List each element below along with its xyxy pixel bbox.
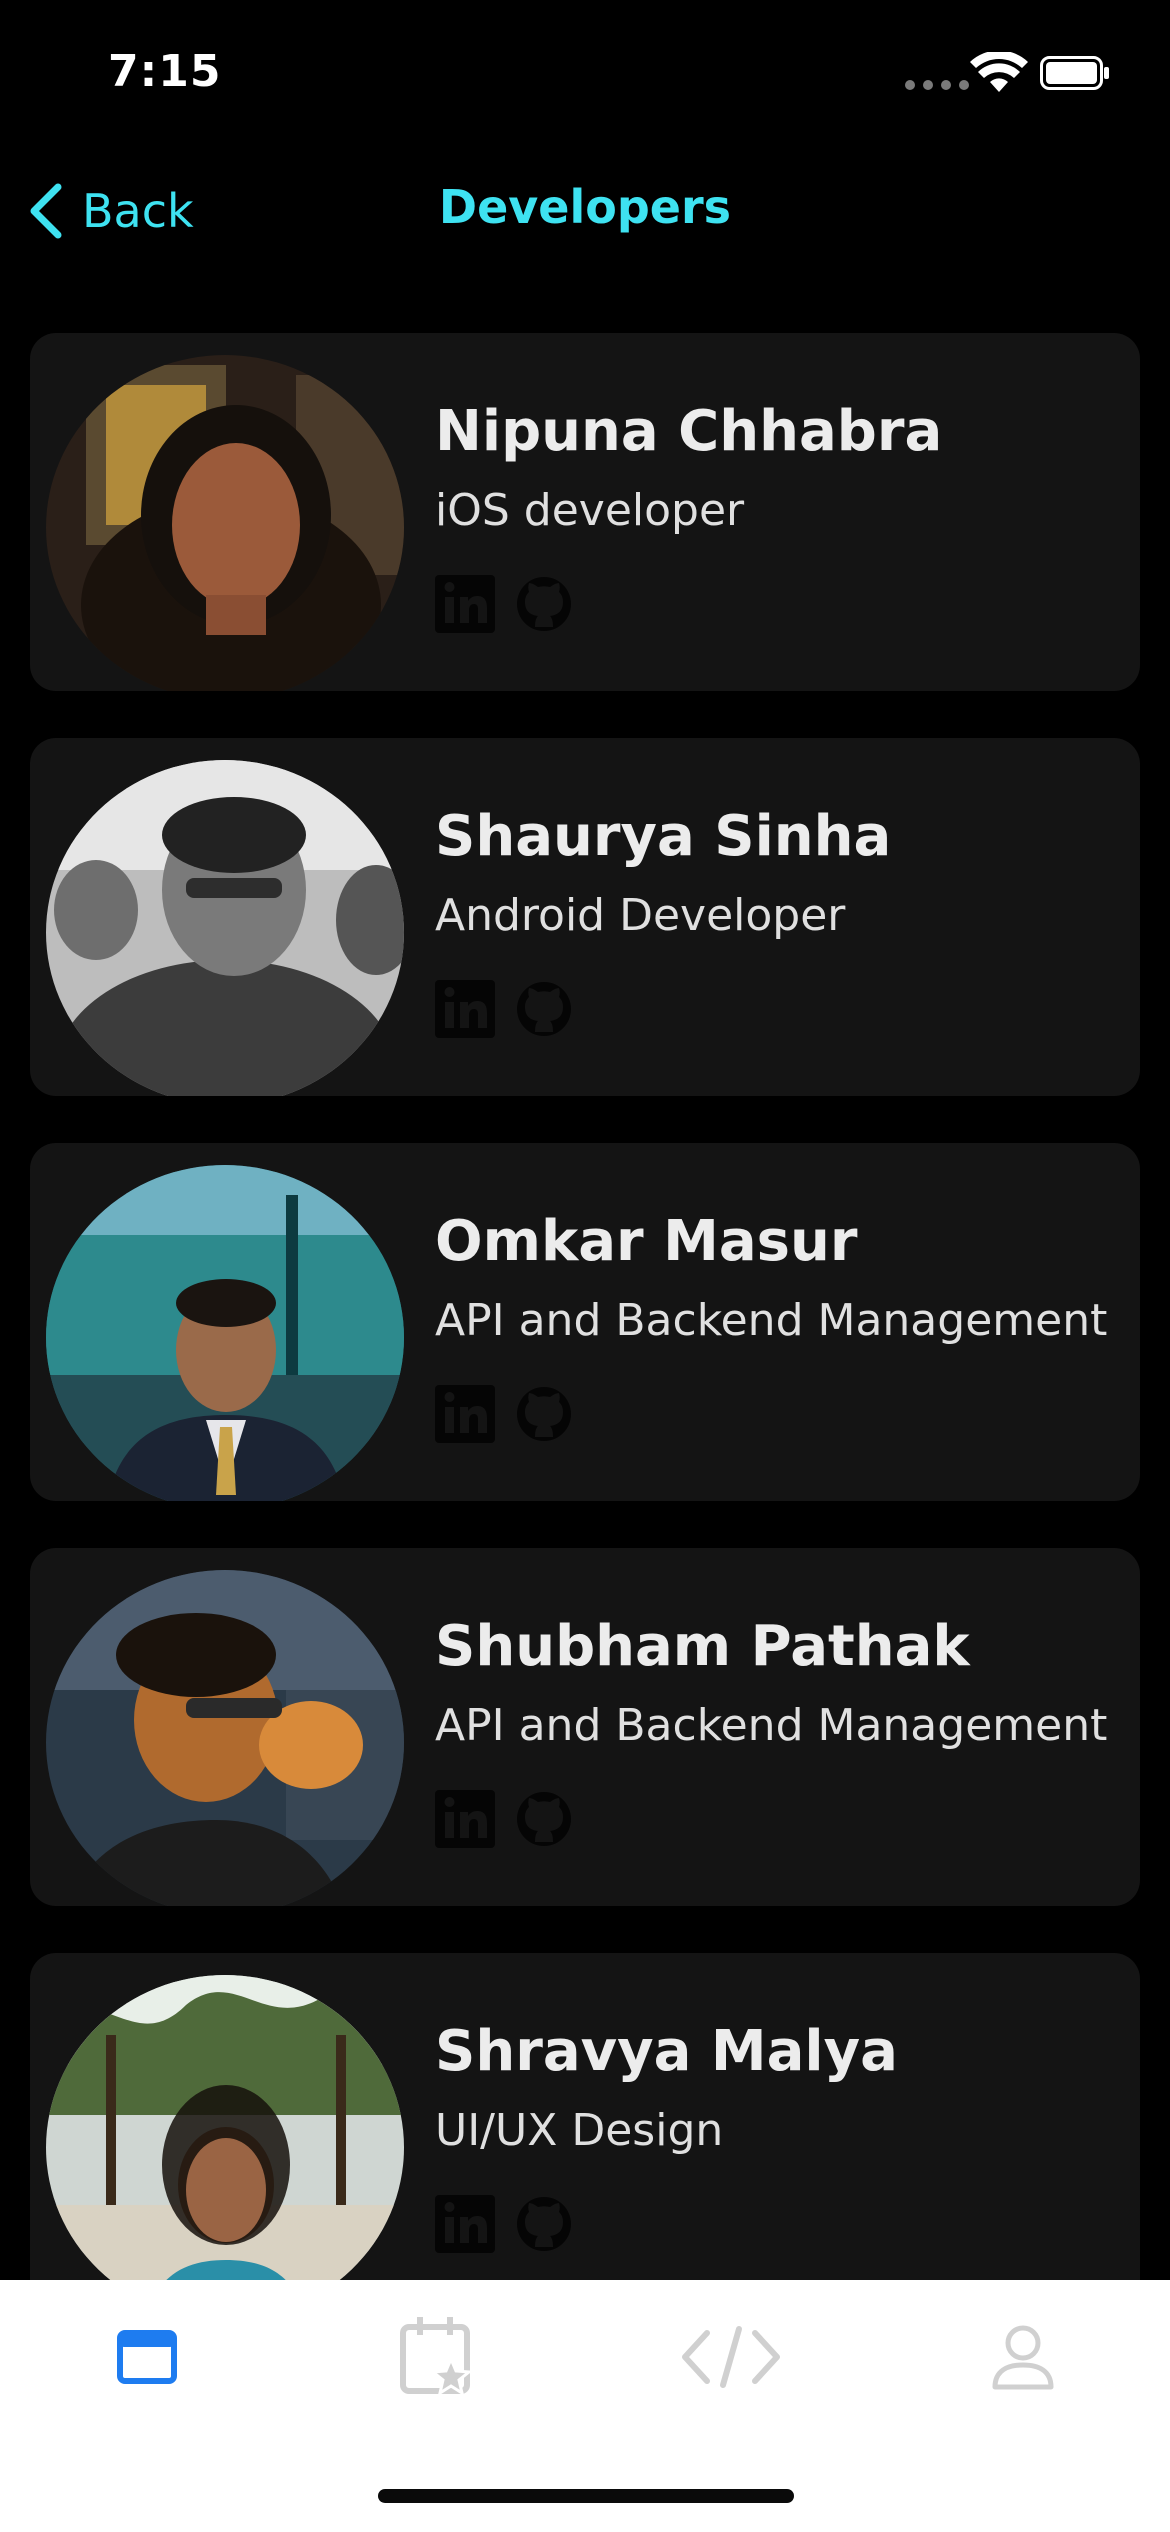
developer-name: Shubham Pathak (435, 1614, 970, 1679)
avatar (46, 1570, 404, 1906)
tab-home[interactable] (92, 2302, 202, 2412)
developer-card: Shravya Malya UI/UX Design (30, 1953, 1140, 2311)
avatar (46, 1975, 404, 2311)
linkedin-icon[interactable] (435, 978, 497, 1040)
linkedin-icon[interactable] (435, 1383, 497, 1445)
tab-schedule[interactable] (384, 2302, 494, 2412)
social-links (435, 573, 575, 635)
developer-list: Nipuna Chhabra iOS developer Shaurya Sin… (30, 333, 1140, 2358)
avatar (46, 760, 404, 1096)
linkedin-icon[interactable] (435, 2193, 497, 2255)
developer-card: Shubham Pathak API and Backend Managemen… (30, 1548, 1140, 1906)
tab-profile[interactable] (968, 2302, 1078, 2412)
linkedin-icon[interactable] (435, 573, 497, 635)
developer-name: Omkar Masur (435, 1209, 858, 1274)
person-icon (992, 2325, 1054, 2390)
home-indicator (378, 2489, 794, 2503)
code-icon (682, 2326, 780, 2388)
avatar (46, 355, 404, 691)
developer-role: iOS developer (435, 485, 745, 536)
status-bar: 7:15 (0, 0, 1170, 150)
battery-icon (1040, 56, 1109, 90)
social-links (435, 1788, 575, 1850)
calendar-star-icon (400, 2317, 473, 2397)
avatar (46, 1165, 404, 1501)
social-links (435, 978, 575, 1040)
window-icon (117, 2330, 177, 2384)
developer-card: Nipuna Chhabra iOS developer (30, 333, 1140, 691)
developer-name: Shaurya Sinha (435, 804, 892, 869)
cellular-signal-icon (905, 80, 969, 90)
developer-role: API and Backend Management (435, 1700, 1108, 1751)
developer-card: Omkar Masur API and Backend Management (30, 1143, 1140, 1501)
developer-name: Nipuna Chhabra (435, 399, 943, 464)
github-icon[interactable] (513, 1788, 575, 1850)
developer-role: API and Backend Management (435, 1295, 1108, 1346)
wifi-icon (970, 52, 1028, 92)
status-time: 7:15 (108, 46, 222, 97)
linkedin-icon[interactable] (435, 1788, 497, 1850)
github-icon[interactable] (513, 1383, 575, 1445)
navigation-bar: Back Developers (0, 150, 1170, 270)
github-icon[interactable] (513, 2193, 575, 2255)
github-icon[interactable] (513, 573, 575, 635)
tab-developers[interactable] (676, 2302, 786, 2412)
page-title: Developers (438, 180, 732, 234)
social-links (435, 1383, 575, 1445)
developer-role: UI/UX Design (435, 2105, 724, 2156)
developer-card: Shaurya Sinha Android Developer (30, 738, 1140, 1096)
developer-role: Android Developer (435, 890, 846, 941)
developer-name: Shravya Malya (435, 2019, 898, 2084)
social-links (435, 2193, 575, 2255)
github-icon[interactable] (513, 978, 575, 1040)
